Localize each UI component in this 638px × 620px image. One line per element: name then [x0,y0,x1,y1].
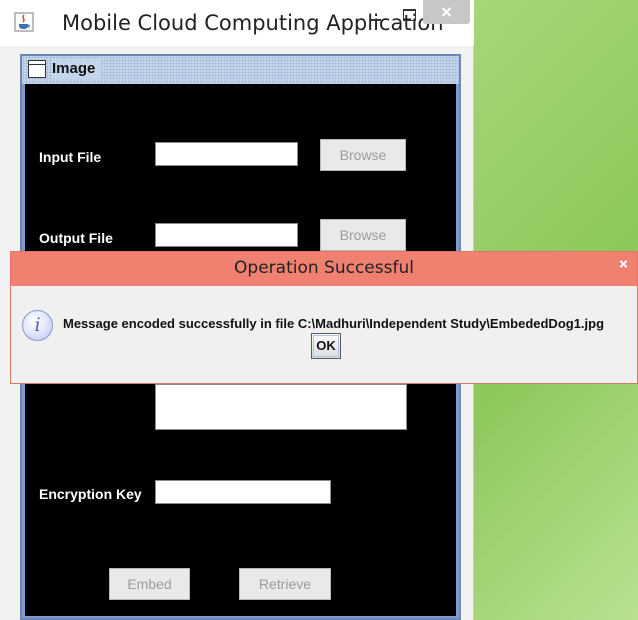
minimize-button[interactable] [358,0,394,30]
output-browse-button[interactable]: Browse [320,219,406,251]
dialog-close-icon[interactable] [611,252,637,276]
frame-window-icon [28,60,46,78]
ok-button[interactable]: OK [311,333,341,359]
message-text-area[interactable] [155,384,407,430]
encryption-key-field[interactable] [155,480,331,504]
dialog-titlebar[interactable]: Operation Successful [11,252,637,286]
dialog-title: Operation Successful [234,258,414,278]
close-button[interactable] [423,0,470,24]
internal-frame-title: Image [52,59,102,79]
java-app-icon [14,12,34,32]
input-browse-button[interactable]: Browse [320,139,406,171]
operation-successful-dialog: Operation Successful i Message encoded s… [10,251,638,384]
dialog-message: Message encoded successfully in file C:\… [63,316,605,331]
info-icon: i [22,310,53,341]
output-file-field[interactable] [155,223,298,247]
input-file-field[interactable] [155,142,298,166]
output-file-label: Output File [39,230,113,246]
embed-button[interactable]: Embed [109,568,190,600]
internal-frame-titlebar[interactable]: Image [22,56,459,84]
encryption-key-label: Encryption Key [39,486,142,502]
input-file-label: Input File [39,149,102,165]
retrieve-button[interactable]: Retrieve [239,568,331,600]
app-titlebar[interactable]: Mobile Cloud Computing Application [0,0,474,46]
